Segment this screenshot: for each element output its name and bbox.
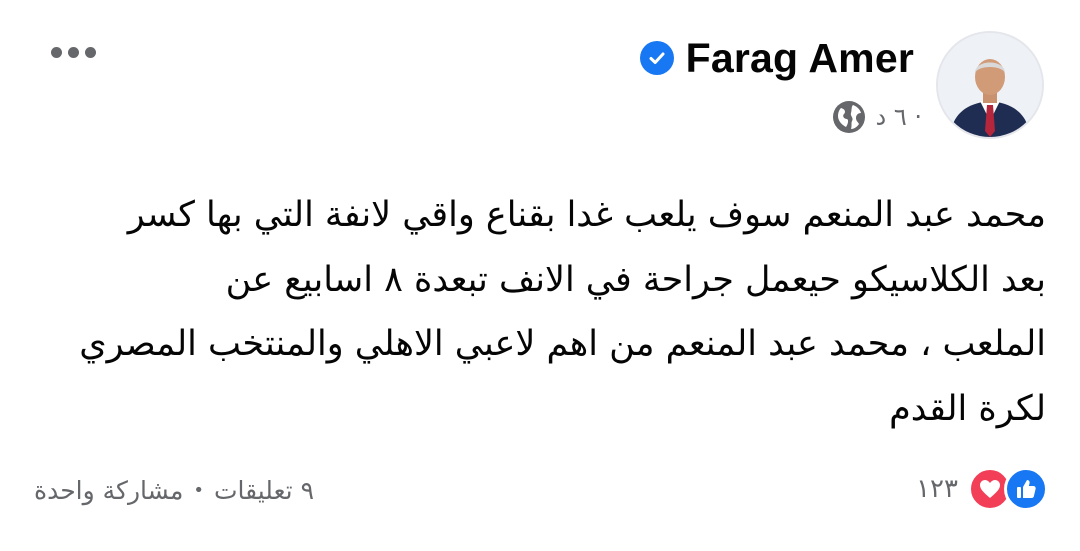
- post-text-line: محمد عبد المنعم سوف يلعب غدا بقناع واقي …: [127, 195, 1046, 235]
- more-dot: [67, 46, 79, 58]
- author-name[interactable]: Farag Amer: [686, 35, 914, 82]
- author-row: Farag Amer: [639, 34, 914, 82]
- post-text-line: بعد الكلاسيكو حيعمل جراحة في الانف تبعدة…: [225, 259, 1046, 300]
- post-timestamp[interactable]: ٦ د ·: [876, 103, 922, 131]
- author-avatar[interactable]: [936, 31, 1044, 139]
- post-text-line: لكرة القدم: [889, 388, 1046, 429]
- comments-count[interactable]: ٩ تعليقات: [214, 476, 314, 505]
- post-text-line: الملعب ، محمد عبد المنعم من اهم لاعبي ال…: [79, 324, 1046, 364]
- more-options-button[interactable]: [40, 30, 106, 74]
- separator-dot: •: [193, 479, 204, 501]
- like-icon: [1004, 467, 1048, 511]
- reactions-summary[interactable]: ١٢٣: [916, 466, 1048, 512]
- post-body: محمد عبد المنعم سوف يلعب غدا بقناع واقي …: [26, 183, 1046, 441]
- avatar-photo: [938, 33, 1042, 137]
- globe-icon[interactable]: [832, 100, 866, 134]
- shares-count[interactable]: مشاركة واحدة: [34, 476, 183, 505]
- reaction-count: ١٢٣: [916, 474, 958, 504]
- more-dot: [84, 46, 96, 58]
- more-dot: [50, 46, 62, 58]
- facebook-post: Farag Amer ٦ د · محمد عبد المنعم سوف يلع…: [0, 0, 1080, 551]
- verified-badge-icon: [639, 41, 674, 75]
- post-meta: ٦ د ·: [832, 98, 922, 136]
- engagement-summary: ٩ تعليقات • مشاركة واحدة: [34, 470, 314, 510]
